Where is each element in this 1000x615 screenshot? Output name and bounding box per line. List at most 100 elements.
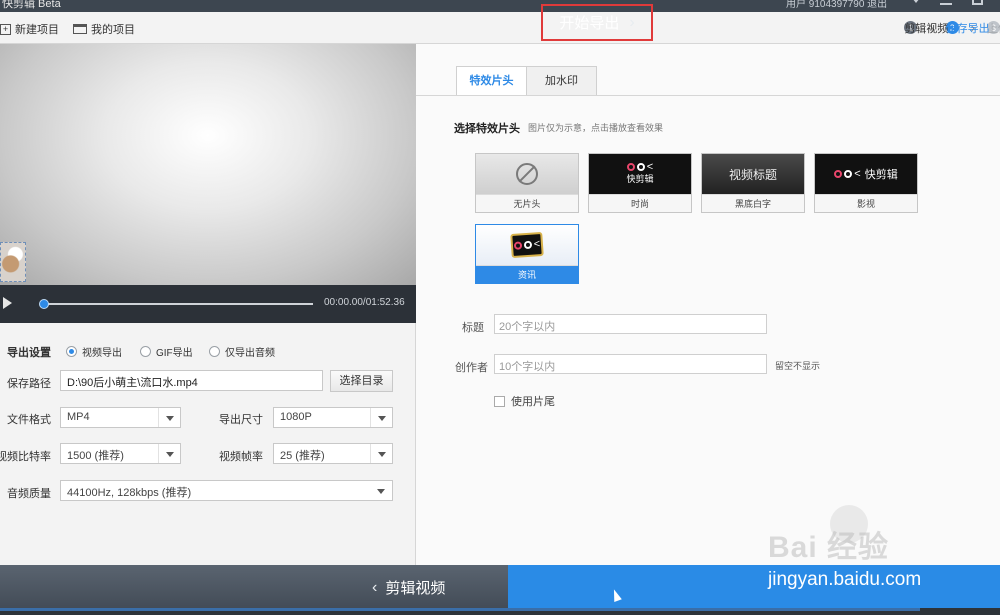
dropdown-arrow-icon <box>370 408 392 427</box>
audio-quality-value: 44100Hz, 128kbps (推荐) <box>67 487 192 499</box>
size-value: 1080P <box>280 411 312 423</box>
new-project-label: 新建项目 <box>15 24 59 36</box>
step-export: 2 保存导出 <box>945 21 990 35</box>
dropdown-arrow-icon <box>370 481 392 500</box>
chevron-right-icon: › <box>629 13 635 31</box>
my-projects-label: 我的项目 <box>91 24 135 36</box>
status-strip <box>0 608 1000 615</box>
player-controls: 00:00.00/01:52.36 <box>0 285 416 323</box>
my-projects-button[interactable]: 我的项目 <box>73 21 135 37</box>
template-thumbnail: < 快剪辑 <box>815 154 917 194</box>
radio-label: 视频导出 <box>82 348 122 359</box>
export-settings: 导出设置 视频导出 GIF导出 仅导出音频 保存路径 D:\90后小萌主\流口水… <box>0 323 416 565</box>
template-caption: 无片头 <box>476 194 578 212</box>
template-caption: 资讯 <box>476 265 578 283</box>
template-caption: 黑底白字 <box>702 194 804 212</box>
thumbnail-text: 快剪辑 <box>626 174 654 184</box>
thumbnail-text: 快剪辑 <box>864 169 898 181</box>
user-info[interactable]: 用户 9104397790 退出 <box>786 0 887 10</box>
template-card-film[interactable]: < 快剪辑 影视 <box>814 153 918 213</box>
step-edit[interactable]: 1 剪辑视频 <box>904 21 948 35</box>
author-label: 创作者 <box>455 362 488 374</box>
thumbnail-text: 视频标题 <box>728 167 777 182</box>
watermark-site: jingyan.baidu.com <box>768 569 922 590</box>
author-input[interactable]: 10个字以内 <box>494 354 767 374</box>
start-export-area[interactable] <box>508 565 1000 608</box>
chevron-left-icon: ‹ <box>372 578 378 596</box>
app-title: 快剪辑 Beta <box>2 0 61 10</box>
sticker-overlay[interactable] <box>0 242 26 282</box>
tab-intro-effects[interactable]: 特效片头 <box>456 66 527 96</box>
kuaijianji-logo-icon: < <box>834 169 861 180</box>
bitrate-select[interactable]: 1500 (推荐) <box>60 443 181 464</box>
back-to-edit-label: 剪辑视频 <box>385 580 446 597</box>
step-label: 上传分 <box>987 22 1000 35</box>
tab-divider <box>416 95 1000 96</box>
size-label: 导出尺寸 <box>219 414 263 426</box>
export-settings-title: 导出设置 <box>7 347 51 359</box>
minimize-icon[interactable] <box>940 3 952 5</box>
section-hint: 图片仅为示意，点击播放查看效果 <box>528 123 664 133</box>
template-caption: 时尚 <box>589 194 691 212</box>
step-indicator: 1 剪辑视频 › 2 保存导出 › 3 上传分 <box>904 20 1000 35</box>
template-card-fashion[interactable]: < 快剪辑 时尚 <box>588 153 692 213</box>
step-label: 剪辑视频 <box>904 22 949 35</box>
start-export-label: 开始导出 <box>559 15 620 32</box>
dropdown-arrow-icon <box>370 444 392 463</box>
status-progress <box>0 608 920 611</box>
use-ending-label: 使用片尾 <box>511 396 555 408</box>
radio-label: GIF导出 <box>156 348 193 359</box>
size-select[interactable]: 1080P <box>273 407 393 428</box>
framerate-value: 25 (推荐) <box>280 450 325 462</box>
watermark-logo: Bai 经验 <box>768 531 890 564</box>
intro-panel: 特效片头 加水印 选择特效片头 图片仅为示意，点击播放查看效果 无片头 < 快剪… <box>416 44 1000 565</box>
title-input[interactable]: 20个字以内 <box>494 314 767 334</box>
radio-audio-only[interactable]: 仅导出音频 <box>209 344 275 359</box>
use-ending-checkbox[interactable]: 使用片尾 <box>494 393 555 409</box>
seek-handle[interactable] <box>39 299 49 309</box>
template-card-black-white[interactable]: 视频标题 黑底白字 <box>701 153 805 213</box>
template-card-none[interactable]: 无片头 <box>475 153 579 213</box>
template-thumbnail: 视频标题 <box>702 154 804 194</box>
tab-bar: 特效片头 加水印 <box>456 66 597 96</box>
tab-watermark[interactable]: 加水印 <box>526 66 597 96</box>
new-project-button[interactable]: + 新建项目 <box>0 21 59 37</box>
title-label: 标题 <box>462 322 484 334</box>
format-select[interactable]: MP4 <box>60 407 181 428</box>
format-label: 文件格式 <box>7 414 51 426</box>
radio-video-export[interactable]: 视频导出 <box>66 344 122 359</box>
section-title: 选择特效片头 <box>454 123 520 135</box>
save-path-field[interactable]: D:\90后小萌主\流口水.mp4 <box>60 370 323 391</box>
play-icon[interactable] <box>3 297 12 309</box>
radio-dot <box>140 346 151 357</box>
seek-bar[interactable] <box>43 303 313 305</box>
checkbox-box <box>494 395 505 407</box>
maximize-icon[interactable] <box>972 0 983 5</box>
dropdown-arrow-icon <box>158 444 180 463</box>
audio-quality-label: 音频质量 <box>7 488 51 500</box>
radio-dot <box>66 346 77 357</box>
radio-dot <box>209 346 220 357</box>
radio-label: 仅导出音频 <box>225 348 275 359</box>
back-to-edit-button[interactable]: ‹ 剪辑视频 <box>372 577 445 598</box>
news-tv-icon: < <box>510 231 544 259</box>
bitrate-label: 视频比特率 <box>0 451 51 463</box>
video-preview[interactable] <box>0 44 416 285</box>
folder-icon <box>73 24 87 34</box>
timecode: 00:00.00/01:52.36 <box>324 297 405 308</box>
template-caption: 影视 <box>815 194 917 212</box>
menu-caret-icon[interactable] <box>912 0 920 3</box>
bitrate-value: 1500 (推荐) <box>67 450 124 462</box>
template-card-news[interactable]: < 资讯 <box>475 224 579 284</box>
framerate-select[interactable]: 25 (推荐) <box>273 443 393 464</box>
dropdown-arrow-icon <box>158 408 180 427</box>
start-export-button[interactable]: 开始导出 › <box>541 4 653 41</box>
step-upload: 3 上传分 <box>987 21 1000 35</box>
no-entry-icon <box>516 163 538 185</box>
radio-gif-export[interactable]: GIF导出 <box>140 344 193 359</box>
template-thumbnail <box>476 154 578 194</box>
title-bar: 快剪辑 Beta 用户 9104397790 退出 <box>0 0 1000 12</box>
save-path-label: 保存路径 <box>7 378 51 390</box>
audio-quality-select[interactable]: 44100Hz, 128kbps (推荐) <box>60 480 393 501</box>
browse-directory-button[interactable]: 选择目录 <box>330 370 393 392</box>
